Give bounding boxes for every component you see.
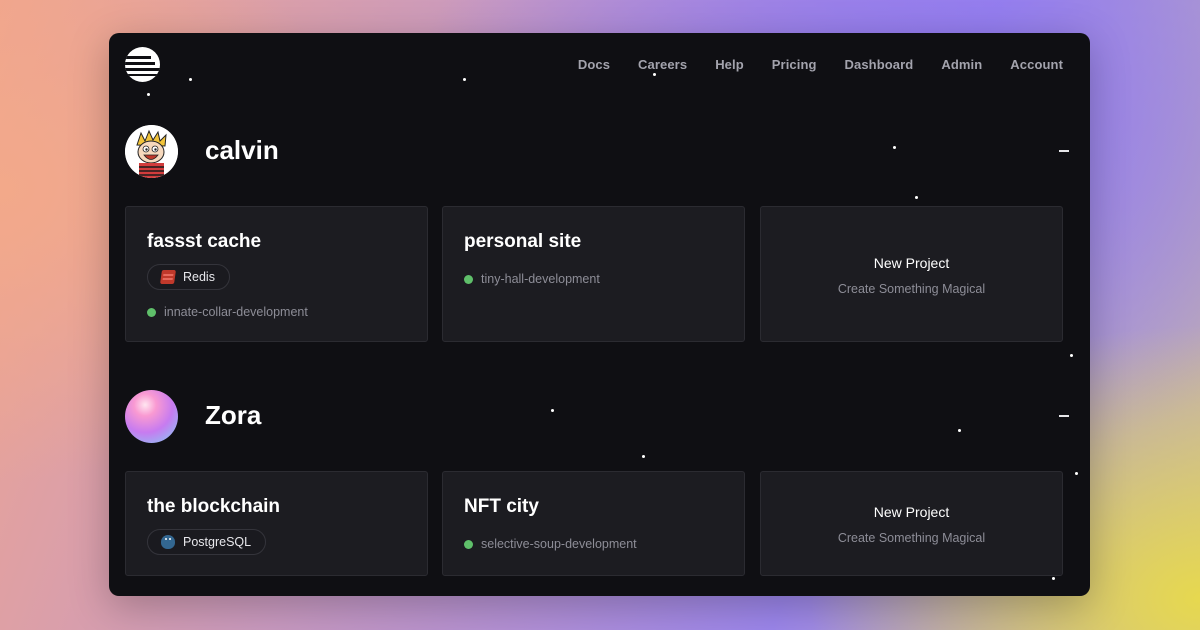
- star-decoration: [958, 429, 961, 432]
- service-label: PostgreSQL: [183, 535, 252, 549]
- team-header-calvin: calvin: [125, 125, 1075, 179]
- star-decoration: [551, 409, 554, 412]
- environment-label: selective-soup-development: [481, 537, 637, 551]
- service-badge[interactable]: PostgreSQL: [147, 529, 267, 555]
- star-decoration: [653, 73, 656, 76]
- service-label: Redis: [183, 270, 215, 284]
- star-decoration: [915, 196, 918, 199]
- service-badge[interactable]: Redis: [147, 264, 230, 290]
- new-project-card[interactable]: New Project Create Something Magical: [760, 206, 1063, 342]
- status-dot-icon: [147, 307, 156, 317]
- calvin-avatar-icon: [125, 125, 178, 178]
- project-card[interactable]: personal site tiny-hall-development: [442, 206, 745, 342]
- nav-help[interactable]: Help: [715, 57, 744, 72]
- project-card[interactable]: fassst cache Redis innate-collar-develop…: [125, 206, 428, 342]
- project-card[interactable]: the blockchain PostgreSQL: [125, 471, 428, 576]
- new-project-subtitle: Create Something Magical: [837, 531, 986, 545]
- new-project-subtitle: Create Something Magical: [837, 282, 986, 296]
- nav-dashboard[interactable]: Dashboard: [845, 57, 914, 72]
- team-name: calvin: [205, 135, 279, 165]
- team-header-zora: Zora: [125, 390, 1075, 444]
- star-decoration: [463, 78, 466, 81]
- nav-pricing[interactable]: Pricing: [772, 57, 817, 72]
- top-nav: Docs Careers Help Pricing Dashboard Admi…: [550, 57, 1063, 72]
- railway-logo-icon[interactable]: [125, 47, 160, 82]
- new-project-title: New Project: [873, 255, 950, 271]
- star-decoration: [1075, 472, 1078, 475]
- environment-status: innate-collar-development: [147, 305, 308, 319]
- nav-docs[interactable]: Docs: [578, 57, 610, 72]
- dashboard-window: Docs Careers Help Pricing Dashboard Admi…: [109, 33, 1090, 596]
- star-decoration: [642, 455, 645, 458]
- team-name: Zora: [205, 400, 262, 430]
- star-decoration: [1052, 577, 1055, 580]
- environment-label: tiny-hall-development: [481, 272, 600, 286]
- new-project-title: New Project: [873, 504, 950, 520]
- project-title: fassst cache: [147, 231, 262, 252]
- star-decoration: [1070, 354, 1073, 357]
- team-avatar-zora: [125, 390, 178, 443]
- status-dot-icon: [464, 539, 473, 549]
- nav-admin[interactable]: Admin: [941, 57, 982, 72]
- environment-label: innate-collar-development: [164, 305, 308, 319]
- project-title: the blockchain: [147, 496, 281, 517]
- environment-status: selective-soup-development: [464, 537, 637, 551]
- status-dot-icon: [464, 274, 473, 284]
- redis-icon: [160, 270, 176, 284]
- project-title: NFT city: [464, 496, 539, 517]
- team-avatar-calvin: [125, 125, 178, 178]
- star-decoration: [147, 93, 150, 96]
- postgresql-icon: [161, 535, 175, 549]
- star-decoration: [893, 146, 896, 149]
- nav-account[interactable]: Account: [1010, 57, 1063, 72]
- project-title: personal site: [464, 231, 582, 252]
- star-decoration: [189, 78, 192, 81]
- nav-careers[interactable]: Careers: [638, 57, 687, 72]
- environment-status: tiny-hall-development: [464, 272, 600, 286]
- project-card[interactable]: NFT city selective-soup-development: [442, 471, 745, 576]
- new-project-card[interactable]: New Project Create Something Magical: [760, 471, 1063, 576]
